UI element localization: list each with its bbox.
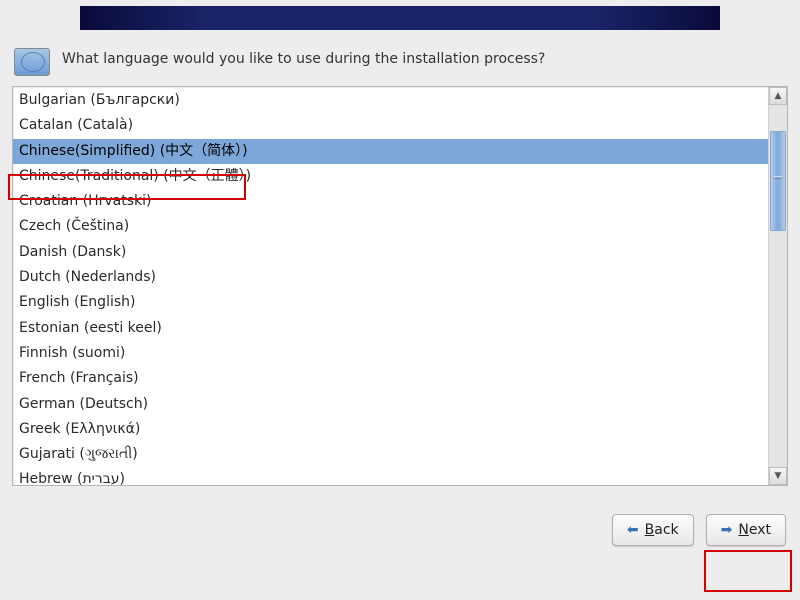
scroll-thumb[interactable]: [770, 131, 786, 231]
scroll-up-button[interactable]: ▲: [769, 87, 787, 105]
language-option[interactable]: German (Deutsch): [13, 392, 768, 417]
language-option[interactable]: Catalan (Català): [13, 113, 768, 138]
language-option[interactable]: Dutch (Nederlands): [13, 265, 768, 290]
prompt-row: What language would you like to use duri…: [0, 48, 800, 86]
back-button[interactable]: ⬅ Back: [612, 514, 694, 546]
back-label: Back: [645, 522, 679, 538]
scrollbar[interactable]: ▲ ▼: [768, 87, 787, 485]
language-option[interactable]: Chinese(Simplified) (中文（简体）): [13, 139, 768, 164]
header-banner: [80, 6, 720, 30]
prompt-text: What language would you like to use duri…: [62, 48, 545, 68]
language-option[interactable]: Gujarati (ગુજરાતી): [13, 442, 768, 467]
language-option[interactable]: Bulgarian (Български): [13, 88, 768, 113]
language-option[interactable]: Danish (Dansk): [13, 240, 768, 265]
language-option[interactable]: Finnish (suomi): [13, 341, 768, 366]
language-option[interactable]: Croatian (Hrvatski): [13, 189, 768, 214]
language-option[interactable]: Estonian (eesti keel): [13, 316, 768, 341]
arrow-left-icon: ⬅: [627, 523, 639, 537]
next-button[interactable]: ➡ Next: [706, 514, 786, 546]
arrow-right-icon: ➡: [721, 523, 733, 537]
language-list[interactable]: Bulgarian (Български)Catalan (Català)Chi…: [13, 87, 768, 485]
footer-button-row: ⬅ Back ➡ Next: [0, 486, 800, 546]
language-option[interactable]: Hebrew (עברית): [13, 467, 768, 485]
language-option[interactable]: English (English): [13, 290, 768, 315]
language-list-wrapper: Bulgarian (Български)Catalan (Català)Chi…: [12, 86, 788, 486]
language-option[interactable]: Czech (Čeština): [13, 214, 768, 239]
language-option[interactable]: Chinese(Traditional) (中文（正體）): [13, 164, 768, 189]
globe-flag-icon: [14, 48, 50, 76]
scroll-down-button[interactable]: ▼: [769, 467, 787, 485]
language-option[interactable]: Greek (Ελληνικά): [13, 417, 768, 442]
next-label: Next: [738, 522, 771, 538]
language-option[interactable]: French (Français): [13, 366, 768, 391]
